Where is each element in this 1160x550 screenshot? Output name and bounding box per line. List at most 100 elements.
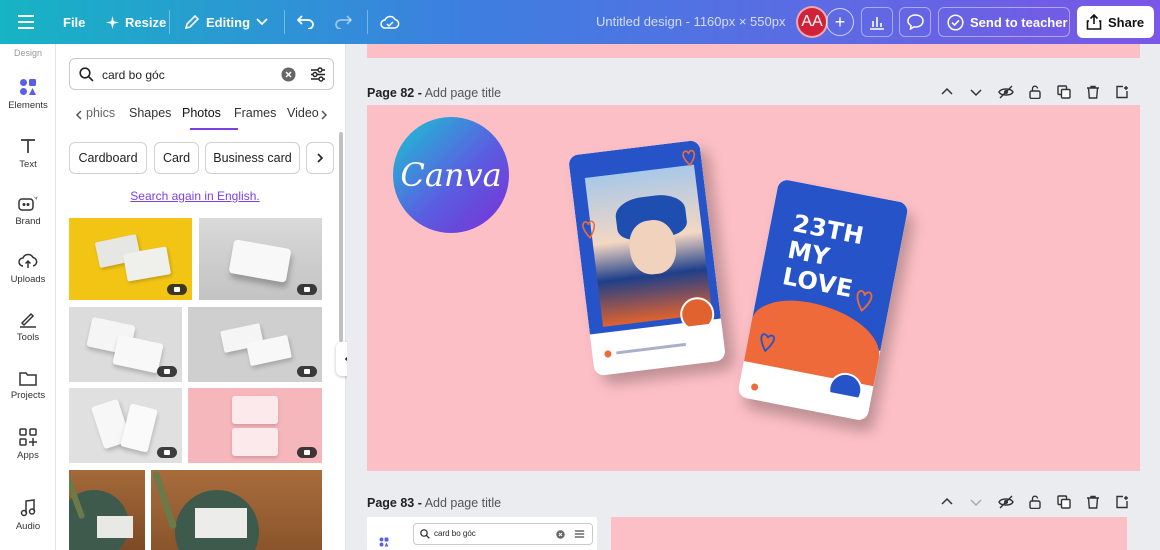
add-page-icon[interactable]: [1115, 85, 1129, 99]
rail-item-elements[interactable]: Elements: [0, 78, 56, 111]
hamburger-icon: [18, 15, 34, 29]
share-button[interactable]: Share: [1077, 6, 1154, 38]
previous-page-preview[interactable]: [367, 44, 1140, 58]
page-title-input[interactable]: Add page title: [425, 86, 501, 100]
design-page[interactable]: Canva 23TH MY LOVE: [367, 105, 1140, 471]
undo-button[interactable]: [297, 0, 315, 44]
clear-icon: [556, 530, 565, 539]
chip-cardboard[interactable]: Cardboard: [69, 142, 147, 174]
comments-button[interactable]: [899, 7, 931, 37]
card-mockup: [122, 246, 172, 282]
rail-item-text[interactable]: Text: [0, 137, 56, 170]
photo-thumbnail[interactable]: [69, 470, 145, 550]
category-tabs: phics Shapes Photos Frames Video: [68, 104, 338, 130]
menu-button[interactable]: [18, 0, 36, 44]
rail-label: Apps: [17, 450, 39, 461]
search-again-link[interactable]: Search again in English.: [56, 189, 334, 203]
rail-item-audio[interactable]: Audio: [0, 499, 56, 532]
photo-thumbnail[interactable]: [69, 307, 182, 382]
rail-item-design[interactable]: Design: [0, 48, 56, 58]
tab-photos[interactable]: Photos: [182, 106, 221, 120]
chip-card[interactable]: Card: [154, 142, 199, 174]
send-to-teacher-label: Send to teacher: [970, 14, 1068, 30]
chevron-up-icon[interactable]: [940, 495, 954, 509]
page-title-input[interactable]: Add page title: [425, 496, 501, 510]
photo-thumbnail[interactable]: [188, 388, 322, 463]
next-page-canvas[interactable]: [611, 517, 1127, 550]
unlock-icon[interactable]: [1028, 85, 1042, 99]
chevron-left-icon[interactable]: [75, 110, 82, 120]
chips-next-button[interactable]: [306, 142, 334, 174]
unlock-icon[interactable]: [1028, 495, 1042, 509]
cloud-save-button[interactable]: [380, 0, 400, 44]
tools-icon: [20, 312, 36, 328]
photo-thumbnail[interactable]: [199, 218, 322, 300]
card-mockup: [228, 239, 292, 283]
send-to-teacher-button[interactable]: Send to teacher: [938, 7, 1070, 37]
search-icon: [79, 67, 94, 82]
duplicate-icon[interactable]: [1057, 495, 1071, 509]
photo-thumbnail[interactable]: [69, 218, 192, 300]
resize-button[interactable]: Resize: [106, 0, 166, 44]
chevron-down-icon: [256, 18, 268, 26]
document-title[interactable]: Untitled design - 1160px × 550px: [596, 14, 785, 29]
page-number: Page 82 -: [367, 86, 422, 100]
rail-item-tools[interactable]: Tools: [0, 310, 56, 343]
trash-icon[interactable]: [1086, 85, 1100, 99]
rail-item-projects[interactable]: Projects: [0, 370, 56, 401]
filter-icon: [574, 530, 585, 538]
search-box[interactable]: card bo góc: [69, 58, 334, 90]
clear-icon[interactable]: [281, 67, 296, 82]
duplicate-icon[interactable]: [1057, 85, 1071, 99]
hide-eye-icon[interactable]: [998, 495, 1014, 509]
undo-icon: [297, 15, 314, 29]
redo-button[interactable]: [334, 0, 352, 44]
bar-chart-icon: [870, 17, 884, 30]
tab-graphics[interactable]: phics: [86, 106, 115, 120]
rail-label: Text: [19, 159, 37, 170]
insights-button[interactable]: [861, 7, 893, 37]
panel-scrollbar[interactable]: [339, 132, 343, 342]
elements-panel: card bo góc phics Shapes Photos Frames V…: [56, 44, 346, 550]
chip-business-card[interactable]: Business card: [205, 142, 300, 174]
hide-eye-icon[interactable]: [998, 85, 1014, 99]
chevron-up-icon[interactable]: [940, 85, 954, 99]
search-icon: [420, 529, 430, 539]
premium-badge-icon: [157, 366, 177, 377]
add-page-icon[interactable]: [1115, 495, 1129, 509]
card-mockup: [112, 334, 164, 374]
mini-search-box: card bo góc: [413, 523, 593, 545]
filter-icon[interactable]: [310, 67, 326, 82]
chevron-down-icon[interactable]: [969, 85, 983, 99]
toolbar-divider: [169, 10, 170, 34]
pencil-icon: [184, 14, 200, 30]
editing-mode-button[interactable]: Editing: [184, 0, 268, 44]
rail-item-apps[interactable]: Apps: [0, 428, 56, 461]
tab-shapes[interactable]: Shapes: [129, 106, 171, 120]
trash-icon[interactable]: [1086, 495, 1100, 509]
photo-thumbnail[interactable]: [69, 388, 182, 463]
photo-thumbnail[interactable]: [151, 470, 322, 550]
left-rail: Design Elements Text Brand Uploads Tools…: [0, 44, 56, 550]
canva-logo[interactable]: Canva: [393, 117, 509, 233]
file-menu-button[interactable]: File: [63, 0, 85, 44]
rail-item-brand[interactable]: Brand: [0, 194, 56, 227]
add-collaborator-button[interactable]: +: [826, 8, 854, 36]
search-input[interactable]: card bo góc: [102, 68, 165, 82]
top-bar: File Resize Editing Untitled design - 11…: [0, 0, 1160, 44]
photocard-back[interactable]: 23TH MY LOVE: [737, 178, 909, 422]
chevron-right-icon[interactable]: [321, 110, 328, 120]
avatar[interactable]: AA: [796, 6, 828, 38]
photocard-front[interactable]: [567, 139, 727, 377]
chevron-down-icon[interactable]: [969, 495, 983, 509]
mini-search-text: card bo góc: [434, 529, 476, 538]
comment-icon: [906, 14, 924, 30]
photo-thumbnail[interactable]: [188, 307, 322, 382]
next-page-screenshot[interactable]: card bo góc: [367, 517, 597, 550]
toolbar-divider: [284, 10, 285, 34]
tab-videos[interactable]: Video: [287, 106, 321, 120]
tab-frames[interactable]: Frames: [234, 106, 276, 120]
rail-label: Design: [13, 48, 42, 58]
brand-icon: [18, 195, 38, 211]
rail-item-uploads[interactable]: Uploads: [0, 252, 56, 285]
